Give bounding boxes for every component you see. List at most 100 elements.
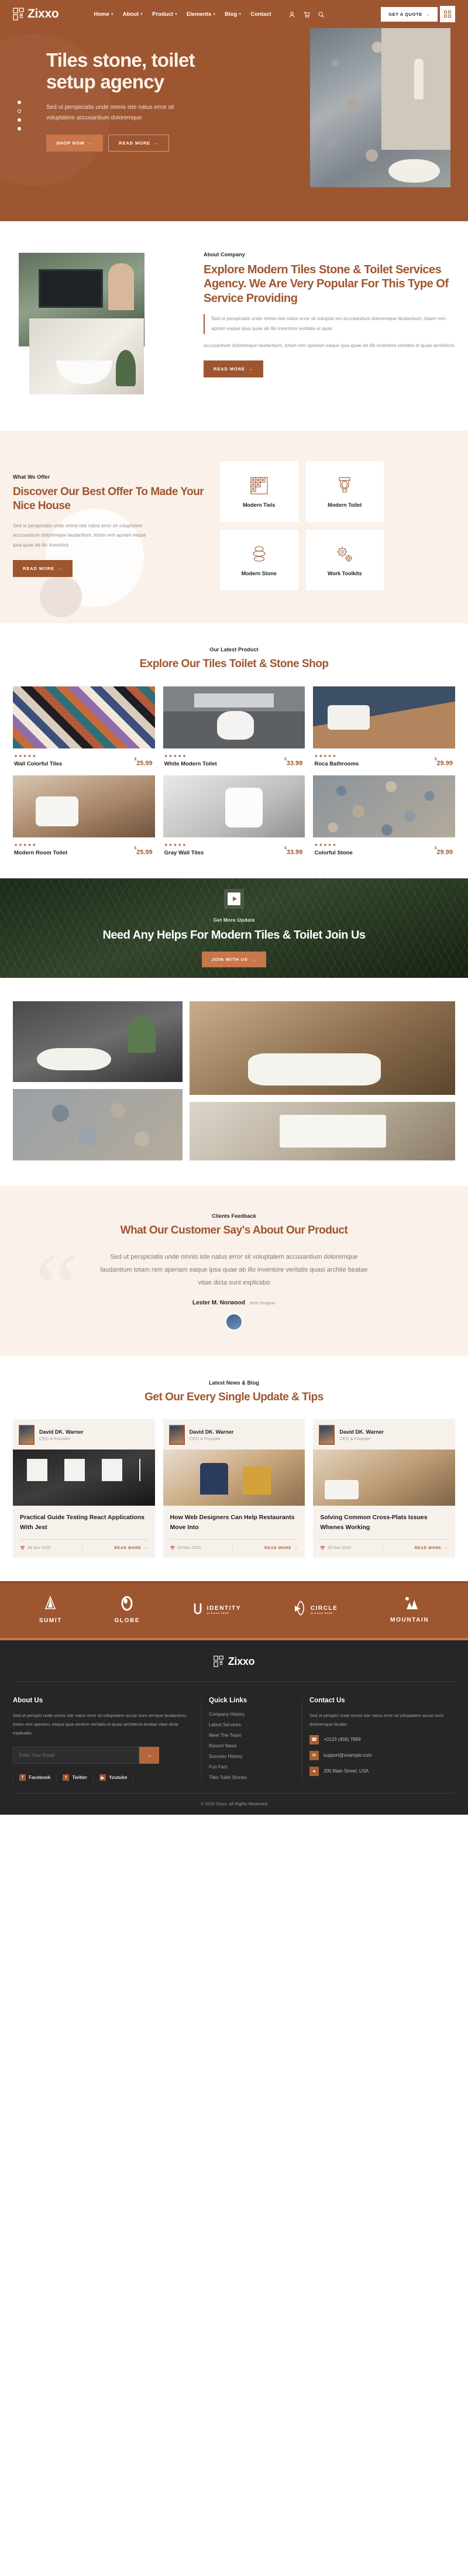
grid-menu-button[interactable] [440,6,455,22]
blog-image [13,1450,155,1506]
footer-link-tiles-toilet-stones[interactable]: Tiles Toilet Stones [209,1775,289,1780]
cart-icon[interactable] [303,11,310,18]
footer-about-text: Sed ut perspici unde omnis iste natus er… [13,1712,187,1736]
blog-section: Latest News & Blog Get Our Every Single … [0,1356,468,1581]
social-link-twitter[interactable]: t Twitter [63,1774,87,1781]
brand-sumit[interactable]: SUMIT [39,1595,62,1624]
offer-read-more-button[interactable]: READ MORE → [13,559,73,577]
hero-dot-4[interactable] [18,127,21,130]
about-read-more-button[interactable]: READ MORE → [204,360,264,377]
blog-read-more-link[interactable]: READ MORE → [264,1546,298,1550]
main-nav: Home ▼ About ▼ Product ▼ Elements ▼ Blog… [94,11,324,18]
brand-logo[interactable]: Zixxo [13,7,59,21]
user-icon[interactable] [288,11,295,18]
site-header: Zixxo Home ▼ About ▼ Product ▼ Elements … [0,0,468,28]
offer-card-work-toolkits[interactable]: Work Toolkits [305,530,384,590]
search-icon[interactable] [318,11,325,18]
tiles-icon [249,476,269,496]
product-image [163,686,305,748]
footer-link-company-history[interactable]: Company History [209,1712,289,1717]
email-input[interactable] [13,1746,139,1764]
video-play-button[interactable] [224,888,244,909]
product-card[interactable]: ★★★★★ Roca Bathrooms $29.99 [313,686,455,767]
blog-title: Get Our Every Single Update & Tips [144,1390,324,1403]
gears-icon [335,544,355,564]
brand-identity[interactable]: IDENTITY SLOGAN HERE [192,1602,241,1617]
nav-item-product[interactable]: Product ▼ [152,11,178,18]
nav-item-about[interactable]: About ▼ [123,11,143,18]
footer-brand-logo[interactable]: Zixxo [13,1655,455,1681]
product-price: $29.99 [435,757,453,767]
footer-link-recent-news[interactable]: Recent News [209,1743,289,1749]
hero-dot-3[interactable] [18,118,21,122]
footer-contact-text: Sed ut perspici unde omnis iste natus er… [309,1712,444,1727]
arrow-right-icon: → [248,366,254,372]
product-card[interactable]: ★★★★★ Gray Wall Tiles $33.99 [163,775,305,856]
read-more-label: READ MORE [23,565,54,571]
blog-post-title[interactable]: Practical Guide Testing React Applicatio… [20,1513,148,1532]
offer-card-label: Work Toolkits [327,570,362,576]
product-image [13,686,155,748]
footer-link-meet-the-team[interactable]: Meet The Team [209,1733,289,1738]
nav-item-home[interactable]: Home ▼ [94,11,113,18]
blog-read-more-link[interactable]: READ MORE → [114,1546,147,1550]
brand-circle[interactable]: CIRCLE SLOGAN HERE [294,1600,338,1619]
footer-link-fun-fact[interactable]: Fun Fact [209,1764,289,1770]
nav-item-blog[interactable]: Blog ▼ [225,11,242,18]
product-card[interactable]: ★★★★★ Colorful Stone $29.99 [313,775,455,856]
footer-contact-address[interactable]: ● 205 Main Street, USA [309,1766,455,1776]
footer-contact-email[interactable]: ✉ support@example.com [309,1750,455,1760]
gallery-image-hand-tile[interactable] [190,1101,455,1160]
social-link-youtube[interactable]: ▶ Youtube [99,1774,127,1781]
get-a-quote-button[interactable]: GET A QUOTE → [381,6,438,22]
quote-decor-icon: “ [35,1233,78,1341]
offer-card-modern-stone[interactable]: Modern Stone [220,530,298,590]
price-value: 33.99 [286,849,303,856]
product-card[interactable]: ★★★★★ Modern Room Toilet $25.99 [13,775,155,856]
newsletter-submit-button[interactable]: → [139,1746,159,1764]
divider [320,1538,448,1540]
product-price: $33.99 [284,846,303,856]
brand-globe[interactable]: GLOBE [115,1596,140,1624]
offer-section: What We Offer Discover Our Best Offer To… [0,431,468,623]
product-card[interactable]: ★★★★★ White Modern Toilet $33.99 [163,686,305,767]
blog-card[interactable]: David DK. Warner CEO & Founder Practical… [13,1419,155,1558]
gallery-image-wood-bathroom[interactable] [190,1001,455,1095]
nav-item-elements[interactable]: Elements ▼ [187,11,216,18]
testimonial-quote: Sed ut perspiciatis unde omnis iste natu… [100,1253,368,1286]
hero-section: Tiles stone, toilet setup agency Sed ut … [0,28,468,221]
gallery-image-stones[interactable] [13,1088,183,1160]
social-link-facebook[interactable]: f Facebook [19,1774,50,1781]
toilet-icon [335,476,355,496]
blog-grid: David DK. Warner CEO & Founder Practical… [13,1419,455,1558]
blog-read-more-link[interactable]: READ MORE → [415,1546,448,1550]
facebook-icon: f [19,1774,26,1781]
calendar-icon: 📅 [320,1546,326,1551]
brand-name: Zixxo [27,7,59,20]
product-rating: ★★★★★ [164,754,187,758]
product-card[interactable]: ★★★★★ Wall Colorful Tiles $25.99 [13,686,155,767]
hero-slider-dots[interactable] [13,49,26,152]
offer-card-modern-toilet[interactable]: Modern Toilet [305,461,384,522]
footer-link-success-history[interactable]: Success History [209,1754,289,1759]
currency-symbol: $ [434,846,437,851]
blog-post-title[interactable]: Solving Common Cross-Plats Issues Whenes… [320,1513,448,1532]
offer-card-modern-tiels[interactable]: Modern Tiels [220,461,298,522]
hero-read-more-button[interactable]: READ MORE → [108,134,170,152]
blog-post-title[interactable]: How Web Designers Can Help Restaurants M… [170,1513,298,1532]
brand-mountain[interactable]: MOUNTAIN [390,1596,429,1623]
blog-card[interactable]: David DK. Warner CEO & Founder How Web D… [163,1419,305,1558]
join-with-us-button[interactable]: JOIN WITH US → [201,951,267,967]
hero-dot-2[interactable] [18,109,21,113]
footer-link-latest-services[interactable]: Latest Services [209,1722,289,1727]
hero-dot-1[interactable] [18,101,21,104]
blog-card[interactable]: David DK. Warner CEO & Founder Solving C… [313,1419,455,1558]
brand-label: GLOBE [114,1617,140,1624]
product-price: $29.99 [434,846,453,856]
footer-contact-phone[interactable]: ☎ +0123 (456) 7899 [309,1734,455,1744]
nav-item-contact[interactable]: Contact [250,11,271,18]
gallery-image-bathtub-dark[interactable] [13,1001,183,1082]
product-image [13,775,155,837]
shop-now-button[interactable]: SHOP NOW → [46,134,104,152]
blog-date: 📅 28 Nov 2020 [20,1546,50,1551]
